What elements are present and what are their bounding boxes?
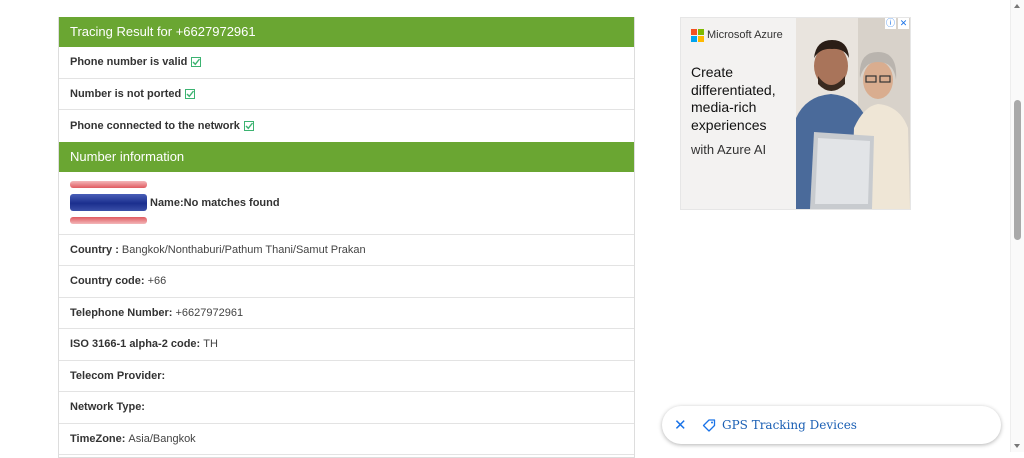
pill-close-icon[interactable]: ✕	[674, 416, 687, 434]
azure-ad[interactable]: Microsoft Azure Create differentiated, m…	[680, 17, 911, 210]
ad-brand-name: Microsoft Azure	[707, 29, 783, 41]
check-row-valid: Phone number is valid	[59, 47, 634, 79]
name-row: Name: No matches found	[59, 172, 634, 235]
pill-link-text[interactable]: GPS Tracking Devices	[722, 418, 857, 432]
info-label: TimeZone:	[70, 432, 126, 445]
info-row-iso: ISO 3166-1 alpha-2 code: TH	[59, 329, 634, 361]
ad-controls: ⓘ ✕	[885, 18, 909, 29]
check-label: Phone connected to the network	[70, 119, 240, 132]
info-label: Country :	[70, 243, 119, 256]
info-row-country-code: Country code: +66	[59, 266, 634, 298]
check-label: Number is not ported	[70, 87, 182, 100]
scrollbar-thumb[interactable]	[1014, 100, 1021, 240]
ad-headline: Create differentiated, media-rich experi…	[691, 64, 776, 133]
tracing-result-heading: Tracing Result for +6627972961	[59, 17, 634, 47]
scroll-down-arrow-icon[interactable]	[1014, 444, 1020, 448]
info-row-timezone: TimeZone: Asia/Bangkok	[59, 424, 634, 455]
ad-info-icon[interactable]: ⓘ	[885, 18, 896, 29]
ad-subline: with Azure AI	[691, 142, 767, 157]
check-row-network: Phone connected to the network	[59, 110, 634, 142]
name-value: No matches found	[183, 196, 280, 209]
info-value: Asia/Bangkok	[128, 432, 196, 445]
page-scrollbar[interactable]	[1010, 0, 1024, 452]
info-row-telephone: Telephone Number: +6627972961	[59, 298, 634, 329]
ad-brand: Microsoft Azure	[691, 29, 783, 42]
microsoft-logo-icon	[691, 29, 704, 42]
search-suggestion-pill[interactable]: ✕ GPS Tracking Devices	[662, 406, 1001, 444]
check-icon	[191, 57, 202, 68]
tracing-result-panel: Tracing Result for +6627972961 Phone num…	[58, 17, 635, 458]
info-value: +6627972961	[175, 306, 244, 319]
info-value: +66	[147, 275, 167, 288]
info-value: Bangkok/Nonthaburi/Pathum Thani/Samut Pr…	[121, 243, 366, 256]
name-label: Name:	[150, 196, 184, 209]
check-icon	[185, 88, 196, 99]
scroll-up-arrow-icon[interactable]	[1014, 4, 1020, 8]
info-row-country: Country : Bangkok/Nonthaburi/Pathum Thani…	[59, 235, 634, 266]
check-row-ported: Number is not ported	[59, 79, 634, 110]
info-row-telecom: Telecom Provider:	[59, 361, 634, 392]
info-label: Telephone Number:	[70, 306, 173, 319]
number-info-heading: Number information	[59, 141, 634, 172]
tag-icon	[702, 419, 716, 432]
info-label: ISO 3166-1 alpha-2 code:	[70, 338, 201, 351]
thailand-flag-icon	[70, 180, 147, 225]
check-icon	[243, 120, 254, 131]
info-label: Network Type:	[70, 401, 145, 414]
check-label: Phone number is valid	[70, 56, 188, 69]
info-row-network-type: Network Type:	[59, 392, 634, 424]
ad-close-icon[interactable]: ✕	[898, 18, 909, 29]
info-label: Telecom Provider:	[70, 369, 166, 382]
info-value: TH	[203, 338, 218, 351]
info-label: Country code:	[70, 275, 145, 288]
ad-people-photo	[796, 18, 910, 209]
